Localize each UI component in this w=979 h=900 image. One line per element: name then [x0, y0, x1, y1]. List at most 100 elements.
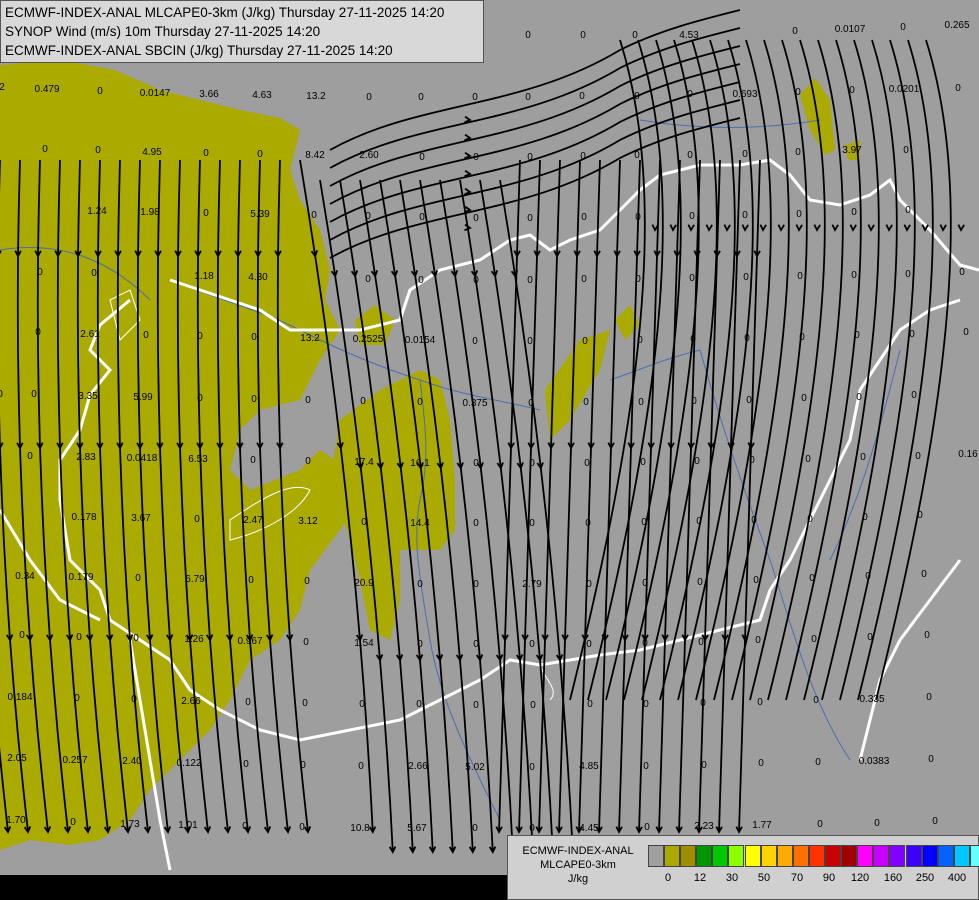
sbcin-value: 0	[638, 397, 644, 408]
sbcin-value: 0	[529, 639, 535, 650]
sbcin-value: 0	[527, 275, 533, 286]
sbcin-value: 0	[903, 145, 909, 156]
sbcin-value: 4.53	[679, 30, 699, 41]
sbcin-value: 3.12	[298, 516, 318, 527]
sbcin-value: 0	[698, 637, 704, 648]
legend-swatch	[969, 845, 979, 867]
sbcin-value: 1.98	[140, 207, 160, 218]
sbcin-value: 0.0154	[405, 335, 436, 346]
legend-swatch	[744, 845, 761, 867]
sbcin-value: 0	[525, 92, 531, 103]
sbcin-value: 0	[700, 698, 706, 709]
sbcin-value: 17.4	[354, 457, 374, 468]
sbcin-value: 0	[862, 512, 868, 523]
sbcin-value: 0	[909, 329, 915, 340]
sbcin-value: 0	[643, 699, 649, 710]
sbcin-value: 0	[251, 332, 257, 343]
sbcin-value: 0	[744, 333, 750, 344]
sbcin-value: 0	[955, 83, 961, 94]
sbcin-value: 0	[473, 213, 479, 224]
sbcin-value: 0	[418, 92, 424, 103]
sbcin-value: 0.16	[958, 449, 978, 460]
sbcin-value: 1.54	[354, 638, 374, 649]
sbcin-value: 0	[815, 757, 821, 768]
legend-swatch	[921, 845, 938, 867]
sbcin-value: 4.63	[252, 90, 272, 101]
legend-swatch	[728, 845, 745, 867]
sbcin-value: 3.35	[78, 391, 98, 402]
sbcin-value: 0	[689, 211, 695, 222]
sbcin-value: 1.01	[178, 820, 198, 831]
sbcin-value: 0	[74, 693, 80, 704]
sbcin-value: 0	[473, 518, 479, 529]
wind-arrowhead	[867, 224, 875, 232]
sbcin-value: 0	[580, 151, 586, 162]
sbcin-value: 0	[417, 397, 423, 408]
sbcin-value: 0.693	[732, 89, 757, 100]
wind-arrowhead	[705, 224, 713, 232]
sbcin-value: 0.967	[237, 636, 262, 647]
sbcin-value: 0.375	[462, 398, 487, 409]
sbcin-value: 0	[742, 149, 748, 160]
wind-streamline	[518, 159, 541, 833]
sbcin-value: 0	[687, 89, 693, 100]
sbcin-value: 0	[856, 392, 862, 403]
legend-tick-labels: 0 12 30 50 70 90 120 160 250 400	[648, 872, 978, 886]
sbcin-value: 0	[749, 455, 755, 466]
sbcin-value: 0	[95, 145, 101, 156]
sbcin-value: 0	[635, 212, 641, 223]
cape-area-central	[330, 370, 455, 640]
sbcin-value: 0	[796, 209, 802, 220]
legend-swatch	[760, 845, 777, 867]
sbcin-value: 0	[0, 389, 3, 400]
sbcin-value: 0	[753, 575, 759, 586]
sbcin-value: 0	[76, 632, 82, 643]
sbcin-value: 1.70	[6, 815, 26, 826]
sbcin-value: 0.335	[859, 694, 884, 705]
sbcin-value: 0	[19, 630, 25, 641]
sbcin-value: 0	[131, 694, 137, 705]
sbcin-value: 0	[97, 86, 103, 97]
sbcin-value: 14.4	[410, 518, 430, 529]
sbcin-value: 13.2	[306, 91, 326, 102]
sbcin-value: 0	[299, 822, 305, 833]
legend-swatch	[905, 845, 922, 867]
sbcin-value: 0	[91, 268, 97, 279]
wind-arrowhead	[939, 224, 947, 232]
sbcin-value: 0	[963, 327, 969, 338]
sbcin-value: 0.34	[15, 571, 35, 582]
sbcin-value: 3.66	[199, 89, 219, 100]
sbcin-value: 0	[419, 212, 425, 223]
sbcin-value: 0	[529, 458, 535, 469]
sbcin-value: 4.85	[579, 761, 599, 772]
legend-swatch	[712, 845, 729, 867]
sbcin-value: 0	[801, 393, 807, 404]
sbcin-value: 0	[746, 395, 752, 406]
sbcin-value: 2.60	[359, 150, 379, 161]
sbcin-value: 0	[701, 760, 707, 771]
sbcin-value: 0	[472, 336, 478, 347]
sbcin-value: 2.61	[80, 329, 100, 340]
sbcin-value: 1.24	[87, 206, 107, 217]
sbcin-value: 0	[795, 147, 801, 158]
sbcin-value: 0.179	[68, 572, 93, 583]
sbcin-value: 6.53	[188, 454, 208, 465]
weather-map[interactable]: 0 0 0 4.53 0 0.0107 0 0.265 2 0.479 0 0.0147 3.66 4.6…	[0, 0, 979, 900]
sbcin-value: 0	[640, 457, 646, 468]
sbcin-value: 0	[690, 334, 696, 345]
sbcin-value: 0	[586, 579, 592, 590]
sbcin-value: 0	[579, 91, 585, 102]
sbcin-value: 0	[300, 760, 306, 771]
sbcin-value: 0	[416, 699, 422, 710]
sbcin-value: 0	[809, 573, 815, 584]
sbcin-value: 0	[905, 205, 911, 216]
sbcin-value: 0	[133, 633, 139, 644]
map-bottom-edge	[0, 875, 507, 900]
legend-tick: 50	[757, 872, 771, 884]
sbcin-value: 0	[35, 327, 41, 338]
sbcin-value: 0	[473, 458, 479, 469]
border-east	[858, 559, 962, 761]
sbcin-value: 1.73	[120, 819, 140, 830]
sbcin-value: 0	[581, 212, 587, 223]
sbcin-value: 0	[932, 816, 938, 827]
